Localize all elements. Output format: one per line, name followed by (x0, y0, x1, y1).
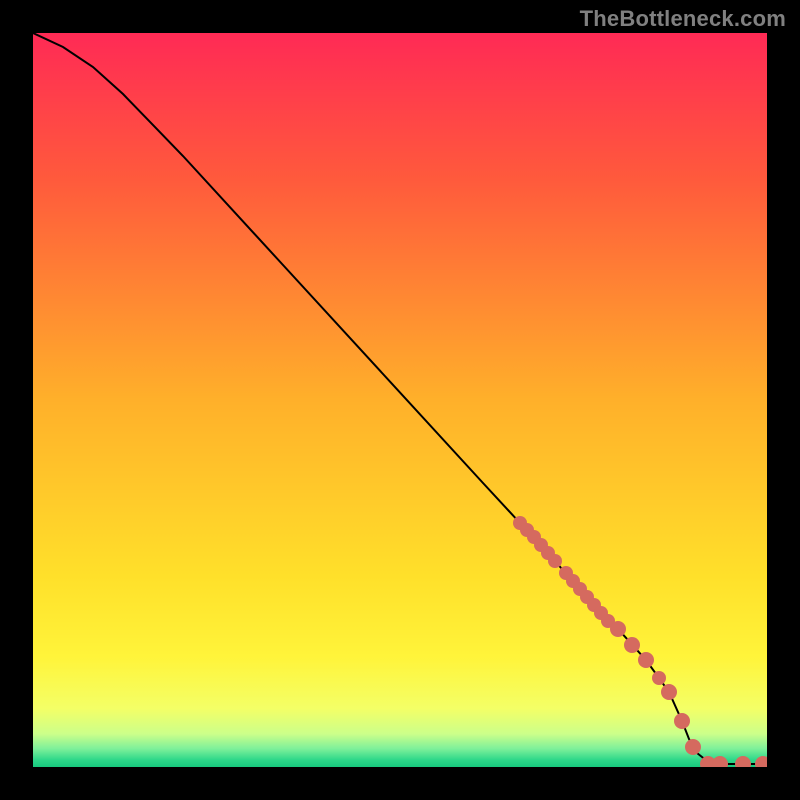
plot-svg (33, 33, 767, 767)
chart-stage: TheBottleneck.com (0, 0, 800, 800)
data-dot (610, 621, 626, 637)
plot-area (33, 33, 767, 767)
watermark-text: TheBottleneck.com (580, 6, 786, 32)
data-dot (624, 637, 640, 653)
data-dot (548, 554, 562, 568)
data-dot (652, 671, 666, 685)
data-dot (674, 713, 690, 729)
data-dot (661, 684, 677, 700)
gradient-background (33, 33, 767, 767)
data-dot (685, 739, 701, 755)
data-dot (638, 652, 654, 668)
